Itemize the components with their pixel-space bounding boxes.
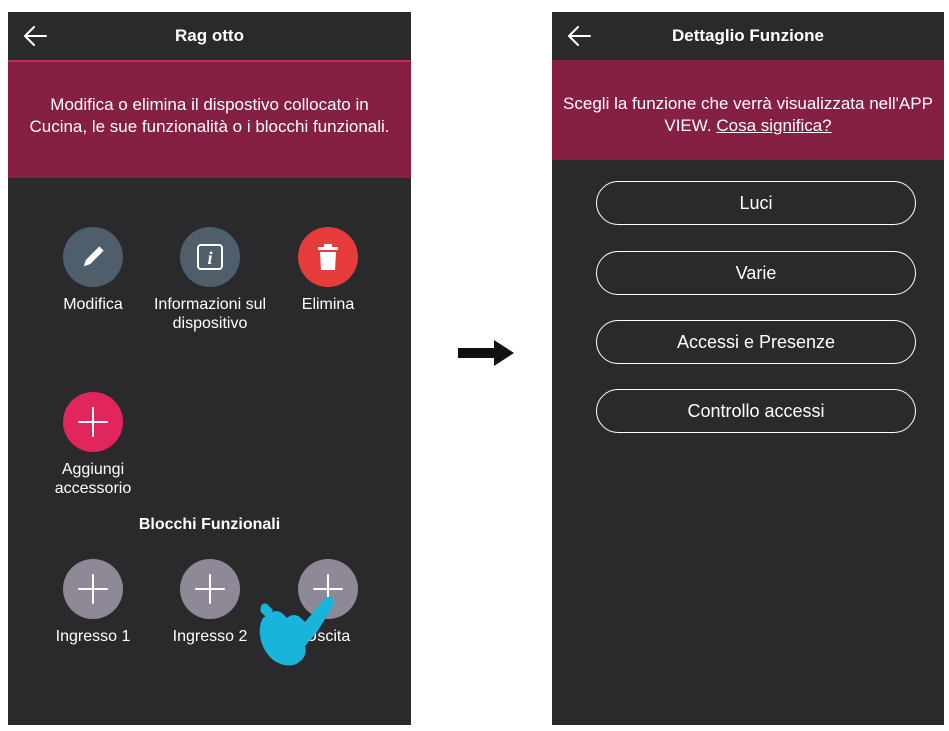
option-misc-button[interactable]: Varie — [596, 251, 916, 295]
page-title: Rag otto — [175, 26, 244, 45]
edit-label: Modifica — [63, 296, 123, 313]
function-detail-screen: Dettaglio Funzione Scegli la funzione ch… — [552, 12, 944, 725]
block-input-2[interactable]: Ingresso 2 — [160, 559, 260, 646]
edit-button[interactable] — [63, 227, 123, 287]
page-title: Dettaglio Funzione — [671, 26, 825, 45]
pencil-icon — [83, 246, 104, 267]
block-input-1[interactable]: Ingresso 1 — [43, 559, 143, 646]
svg-text:i: i — [207, 248, 212, 268]
delete-button[interactable] — [298, 227, 358, 287]
device-info-action[interactable]: i Informazioni sul dispositivo — [150, 227, 270, 333]
option-access-presence-button[interactable]: Accessi e Presenze — [596, 320, 916, 364]
add-accessory-label: Aggiungi accessorio — [54, 461, 132, 497]
add-input-1-button[interactable] — [63, 559, 123, 619]
info-icon: i — [197, 244, 223, 270]
plus-icon — [78, 574, 108, 604]
add-input-2-button[interactable] — [180, 559, 240, 619]
tap-hand-icon — [259, 596, 335, 666]
info-banner: Modifica o elimina il dispostivo colloca… — [8, 60, 411, 178]
banner-text: Modifica o elimina il dispostivo colloca… — [29, 95, 390, 136]
add-accessory-action[interactable]: Aggiungi accessorio — [48, 392, 138, 498]
add-accessory-button[interactable] — [63, 392, 123, 452]
block-label: Ingresso 2 — [172, 628, 248, 645]
plus-icon — [195, 574, 225, 604]
option-lights-button[interactable]: Luci — [596, 181, 916, 225]
device-info-button[interactable]: i — [180, 227, 240, 287]
device-screen: Rag otto Modifica o elimina il dispostiv… — [8, 12, 411, 725]
functional-blocks-title: Blocchi Funzionali — [138, 516, 281, 533]
arrow-right-icon — [458, 340, 514, 366]
delete-action[interactable]: Elimina — [293, 227, 363, 314]
option-access-control-button[interactable]: Controllo accessi — [596, 389, 916, 433]
edit-action[interactable]: Modifica — [58, 227, 128, 314]
trash-icon — [318, 244, 338, 270]
what-does-it-mean-link[interactable]: Cosa significa? — [716, 116, 831, 135]
block-label: Ingresso 1 — [55, 628, 131, 645]
top-bar: Rag otto — [8, 12, 411, 60]
plus-icon — [78, 407, 108, 437]
top-bar: Dettaglio Funzione — [552, 12, 944, 60]
device-info-label: Informazioni sul dispositivo — [153, 296, 267, 332]
info-banner: Scegli la funzione che verrà visualizzat… — [552, 60, 944, 160]
delete-label: Elimina — [301, 296, 355, 313]
